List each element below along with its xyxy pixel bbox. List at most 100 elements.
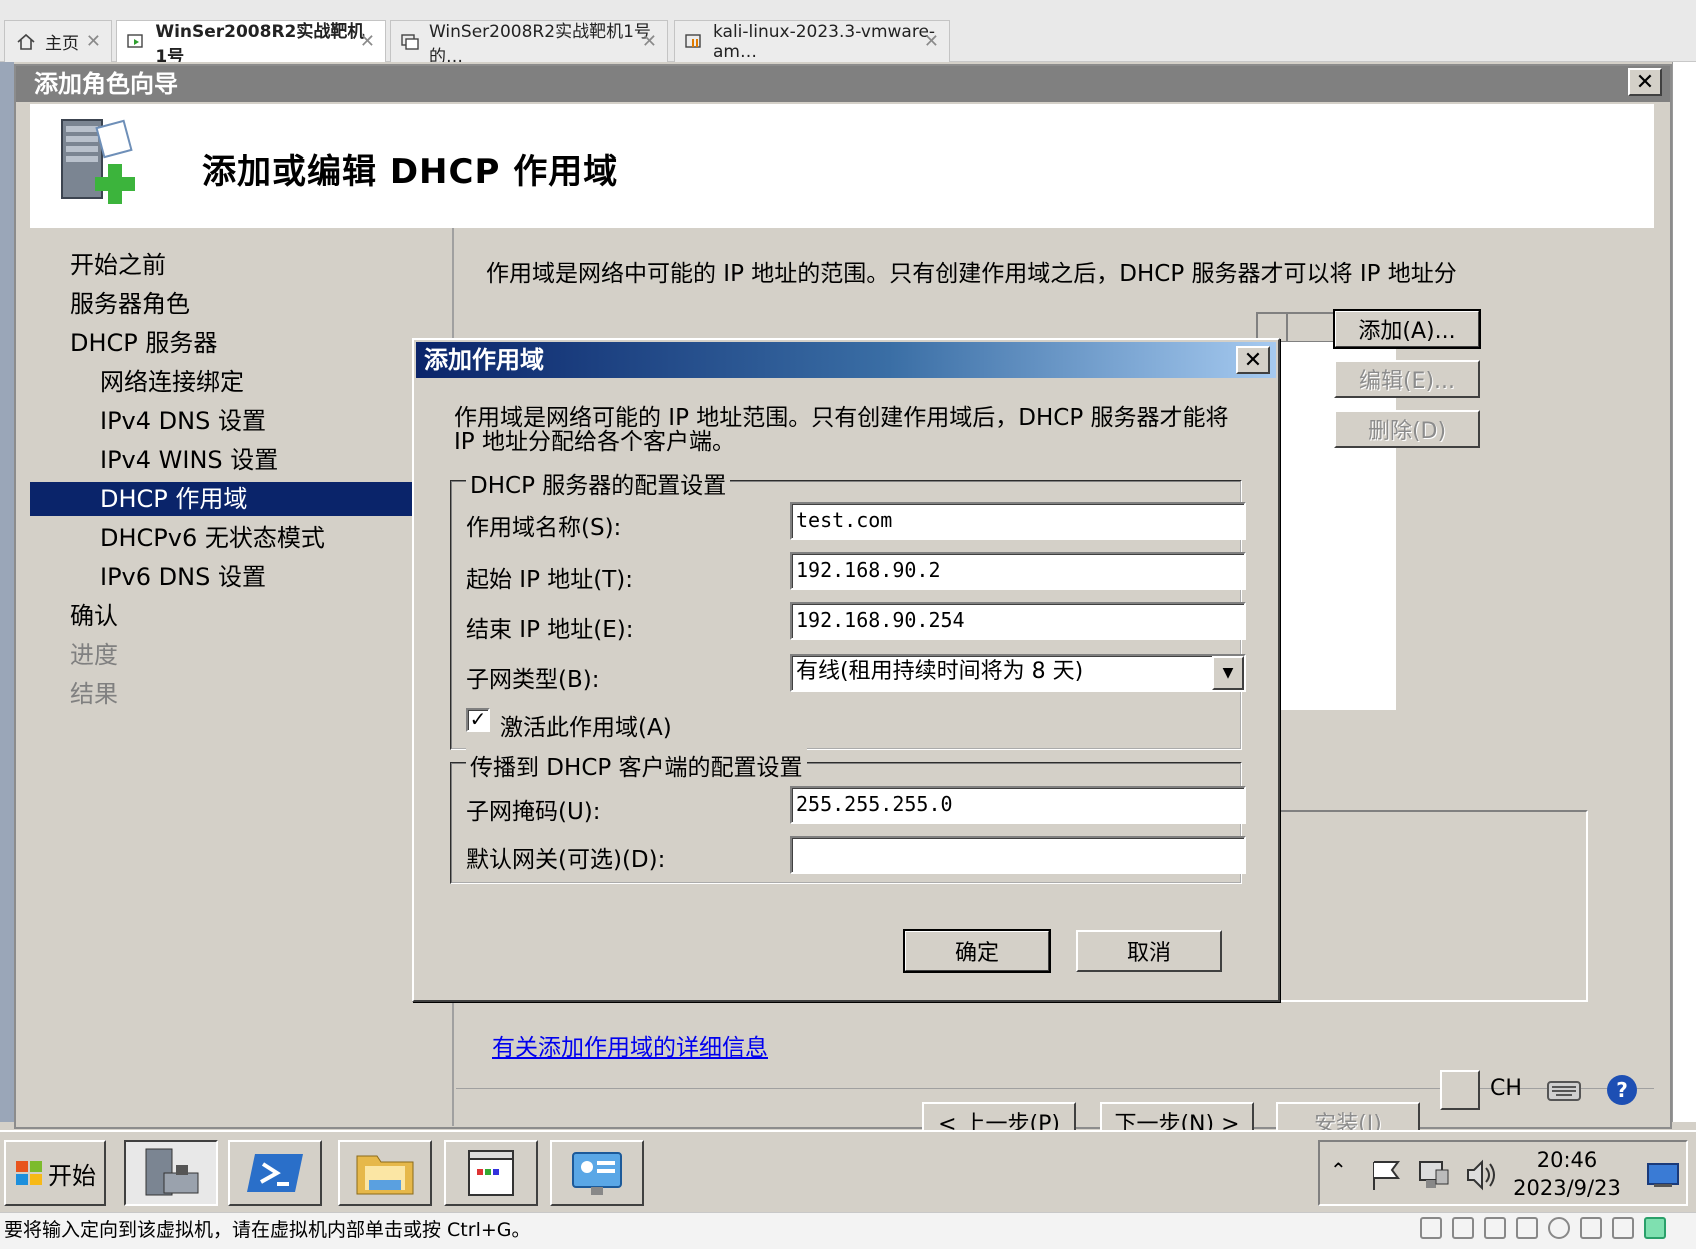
dialog-close-button[interactable]: ✕ (1236, 346, 1270, 374)
nav-item-dhcp-server[interactable]: DHCP 服务器 (30, 326, 440, 360)
dialog-title: 添加作用域 (416, 342, 1276, 378)
nav-item-before-you-begin[interactable]: 开始之前 (30, 248, 440, 282)
home-icon (15, 31, 37, 53)
clock-time: 20:46 (1536, 1148, 1598, 1172)
message-icon[interactable] (1644, 1217, 1666, 1239)
svg-text:?: ? (1616, 1078, 1628, 1102)
nav-item-dhcp-scope[interactable]: DHCP 作用域 (30, 482, 440, 516)
scope-help-link[interactable]: 有关添加作用域的详细信息 (492, 1028, 768, 1062)
page-description: 作用域是网络中可能的 IP 地址的范围。只有创建作用域之后，DHCP 服务器才可… (486, 261, 1457, 287)
host-status-bar: 要将输入定向到该虚拟机，请在虚拟机内部单击或按 Ctrl+G。 (0, 1212, 1696, 1249)
end-ip-label: 结束 IP 地址(E): (466, 617, 634, 643)
delete-scope-button[interactable]: 删除(D) (1334, 410, 1480, 448)
explorer-taskbar-button[interactable] (338, 1140, 432, 1206)
dialog-description: 作用域是网络可能的 IP 地址范围。只有创建作用域后，DHCP 服务器才能将 I… (454, 405, 1229, 455)
windows-logo-icon (16, 1161, 42, 1185)
vm-icon (127, 31, 147, 53)
network-icon[interactable] (1416, 1158, 1452, 1192)
close-icon[interactable]: ✕ (642, 31, 657, 52)
start-button[interactable]: 开始 (4, 1140, 106, 1206)
tab-label: 主页 (45, 34, 79, 54)
vm-icon (401, 31, 421, 53)
subnet-mask-label: 子网掩码(U): (466, 799, 601, 825)
close-icon[interactable]: ✕ (360, 31, 375, 52)
ime-blank-button[interactable] (1440, 1070, 1480, 1110)
hard-disk-icon[interactable] (1420, 1217, 1442, 1239)
scope-name-label: 作用域名称(S): (466, 515, 622, 541)
tab-vm-active[interactable]: WinSer2008R2实战靶机1号 ✕ (116, 20, 386, 67)
nav-item-dhcpv6-stateless[interactable]: DHCPv6 无状态模式 (30, 521, 440, 555)
edit-scope-button[interactable]: 编辑(E)... (1334, 360, 1480, 398)
wizard-header: 添加或编辑 DHCP 作用域 (30, 104, 1654, 228)
subnet-type-label: 子网类型(B): (466, 667, 600, 693)
ok-button[interactable]: 确定 (903, 929, 1051, 973)
nav-item-ipv6-dns[interactable]: IPv6 DNS 设置 (30, 560, 440, 594)
bluetooth-icon[interactable] (1612, 1217, 1634, 1239)
nav-item-ipv4-wins[interactable]: IPv4 WINS 设置 (30, 443, 440, 477)
network-settings-icon (572, 1152, 622, 1195)
close-icon[interactable]: ✕ (86, 31, 101, 52)
clock[interactable]: 20:46 2023/9/23 (1502, 1146, 1632, 1202)
close-button[interactable]: ✕ (1628, 68, 1662, 96)
scope-name-input[interactable]: test.com (790, 502, 1246, 540)
activate-scope-checkbox[interactable]: ✓ (466, 708, 490, 732)
powershell-icon (247, 1154, 303, 1192)
server-add-icon (50, 112, 150, 212)
server-manager-taskbar-button[interactable] (124, 1140, 218, 1206)
system-tray: ⌃ 20:46 2023/9/23 (1318, 1140, 1688, 1206)
help-icon[interactable]: ? (1604, 1072, 1640, 1108)
sound-card-icon[interactable] (1516, 1217, 1538, 1239)
subnet-mask-input[interactable]: 255.255.255.0 (790, 786, 1246, 824)
powershell-taskbar-button[interactable] (228, 1140, 322, 1206)
show-desktop-icon[interactable] (1646, 1160, 1680, 1190)
printer-icon[interactable] (1484, 1217, 1506, 1239)
gateway-label: 默认网关(可选)(D): (466, 847, 666, 873)
usb-icon[interactable] (1580, 1217, 1602, 1239)
add-scope-dialog: 添加作用域 ✕ 作用域是网络可能的 IP 地址范围。只有创建作用域后，DHCP … (412, 338, 1280, 1002)
cancel-button[interactable]: 取消 (1076, 930, 1222, 972)
nav-item-results: 结果 (70, 680, 118, 708)
start-label: 开始 (48, 1161, 96, 1190)
subnet-type-select[interactable]: 有线(租用持续时间将为 8 天) ▼ (790, 654, 1246, 692)
network-taskbar-button[interactable] (550, 1140, 644, 1206)
nav-item-confirmation[interactable]: 确认 (30, 599, 440, 633)
nav-item-progress: 进度 (70, 641, 118, 669)
nav-item-server-roles[interactable]: 服务器角色 (30, 287, 440, 321)
desktop-edge (0, 62, 14, 1122)
end-ip-input[interactable]: 192.168.90.254 (790, 602, 1246, 640)
group-label: 传播到 DHCP 客户端的配置设置 (466, 748, 807, 782)
keyboard-icon[interactable] (1544, 1072, 1584, 1108)
application-window-icon (468, 1150, 514, 1196)
guest-taskbar: 开始 ⌃ 20:46 2023/9/23 (0, 1130, 1696, 1212)
folder-icon (356, 1155, 414, 1195)
vm-screen[interactable]: 添加角色向导 ✕ 添加或编辑 DHCP 作用域 开始之前 服务器角色 DHCP … (0, 62, 1696, 1212)
host-tab-bar: 主页 ✕ WinSer2008R2实战靶机1号 ✕ WinSer2008R2实战… (0, 0, 1696, 67)
flag-icon[interactable] (1368, 1158, 1404, 1192)
gateway-input[interactable] (790, 836, 1246, 874)
server-manager-icon (145, 1148, 199, 1196)
network-adapter-icon[interactable] (1452, 1217, 1474, 1239)
server-settings-group: DHCP 服务器的配置设置 作用域名称(S): test.com 起始 IP 地… (450, 466, 1246, 750)
chevron-up-icon[interactable]: ⌃ (1330, 1158, 1347, 1182)
ime-language-indicator[interactable]: CH (1490, 1076, 1522, 1101)
subnet-type-value: 有线(租用持续时间将为 8 天) (796, 659, 1084, 684)
window-taskbar-button[interactable] (444, 1140, 538, 1206)
tab-label: kali-linux-2023.3-vmware-am… (713, 21, 936, 62)
volume-icon[interactable] (1464, 1158, 1500, 1192)
tab-label: WinSer2008R2实战靶机1号 的… (429, 21, 651, 67)
tab-vm-2[interactable]: WinSer2008R2实战靶机1号 的… ✕ (390, 20, 668, 67)
tab-label: WinSer2008R2实战靶机1号 (155, 21, 365, 67)
nav-item-network-binding[interactable]: 网络连接绑定 (30, 365, 440, 399)
device-icons (1420, 1217, 1666, 1239)
desktop-edge-right (1672, 62, 1696, 1122)
close-icon[interactable]: ✕ (924, 31, 939, 52)
dropdown-arrow-icon[interactable]: ▼ (1212, 656, 1244, 690)
add-scope-button[interactable]: 添加(A)... (1333, 309, 1481, 349)
vm-paused-icon (685, 31, 705, 53)
tab-kali[interactable]: kali-linux-2023.3-vmware-am… ✕ (674, 20, 950, 62)
start-ip-input[interactable]: 192.168.90.2 (790, 552, 1246, 590)
nav-item-ipv4-dns[interactable]: IPv4 DNS 设置 (30, 404, 440, 438)
tab-home[interactable]: 主页 ✕ (4, 20, 112, 62)
clock-date: 2023/9/23 (1513, 1176, 1621, 1200)
cd-drive-icon[interactable] (1548, 1217, 1570, 1239)
